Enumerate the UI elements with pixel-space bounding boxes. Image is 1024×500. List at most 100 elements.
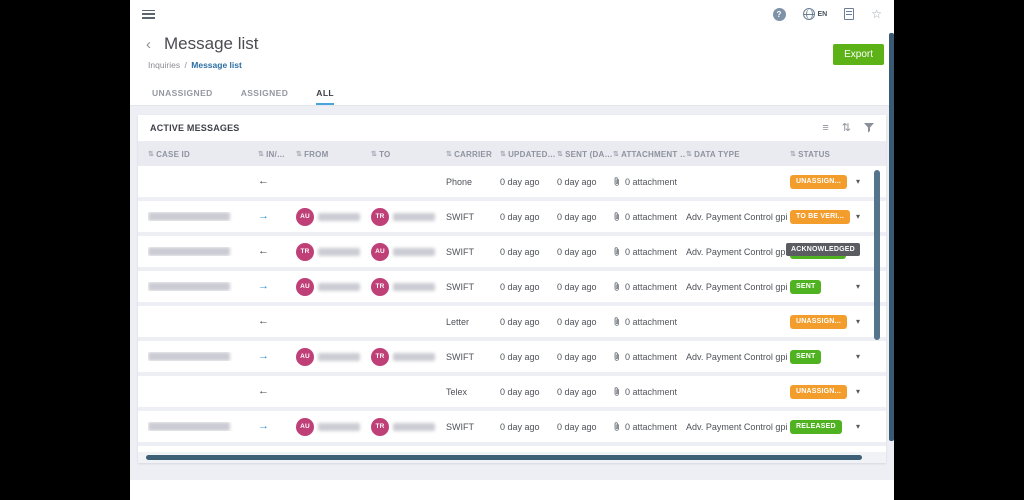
column-header[interactable]: ⇅TO [371,150,446,159]
column-header[interactable]: ⇅IN/… [258,150,296,159]
column-header[interactable]: ⇅FROM [296,150,371,159]
caret-cell: ▾ [856,317,886,326]
sort-icon[interactable]: ⇅ [842,123,851,134]
panel-header: ACTIVE MESSAGES ≡ ⇅ [138,115,886,142]
carrier-cell: Phone [446,177,500,187]
direction-cell: ← [258,386,296,397]
menu-icon[interactable] [142,10,155,19]
from-cell: AU [296,278,371,296]
redacted-case-id [148,422,230,431]
tab-unassigned[interactable]: UNASSIGNED [152,80,213,105]
carrier-cell: SWIFT [446,422,500,432]
table-vertical-scrollbar[interactable] [874,170,880,340]
redacted-to-name [393,283,435,291]
columns-icon[interactable]: ≡ [822,123,828,134]
row-expand-caret-icon[interactable]: ▾ [856,177,860,186]
row-expand-caret-icon[interactable]: ▾ [856,422,860,431]
from-cell [296,173,371,191]
direction-arrow-icon: ← [258,316,269,327]
case-id-cell [148,387,258,396]
tab-assigned[interactable]: ASSIGNED [241,80,289,105]
export-button[interactable]: Export [833,44,884,65]
sent-cell: 0 day ago [557,212,613,222]
to-avatar: AU [371,243,389,261]
status-badge: SENT [790,280,821,294]
table-horizontal-scrollbar[interactable] [146,455,862,460]
data-type-cell: Adv. Payment Control gpi mes... [686,282,790,292]
breadcrumb-parent[interactable]: Inquiries [148,60,180,70]
redacted-to-name [393,423,435,431]
row-expand-caret-icon[interactable]: ▾ [856,352,860,361]
table-row[interactable]: ← Letter 0 day ago 0 day ago 0 attachmen… [138,306,886,341]
to-cell: TR [371,348,446,366]
status-badge: TO BE VERI... [790,210,850,224]
case-id-cell [148,282,258,291]
sort-arrows-icon: ⇅ [686,150,692,158]
column-header[interactable]: ⇅STATUS [790,150,856,159]
carrier-cell: Letter [446,317,500,327]
language-selector[interactable]: EN [803,8,828,20]
column-header[interactable]: ⇅CASE ID [148,150,258,159]
carrier-cell: SWIFT [446,282,500,292]
attachment-count: 0 attachment [625,177,677,187]
attachment-cell: 0 attachment [613,247,686,257]
sent-cell: 0 day ago [557,282,613,292]
row-expand-caret-icon[interactable]: ▾ [856,387,860,396]
page-scrollbar[interactable] [889,33,894,441]
to-cell [371,173,446,191]
direction-arrow-icon: → [258,351,269,362]
table-row[interactable]: ← TR AU SWIFT 0 day ago 0 day ago 0 atta… [138,236,886,271]
column-header[interactable]: ⇅CARRIER [446,150,500,159]
back-button[interactable]: ‹ [146,37,151,52]
star-icon[interactable]: ☆ [871,8,882,20]
attachment-cell: 0 attachment [613,352,686,362]
help-icon[interactable]: ? [773,8,786,21]
redacted-from-name [318,213,360,221]
table-row[interactable]: → AU TR SWIFT 0 day ago 0 day ago 0 atta… [138,411,886,446]
sent-cell: 0 day ago [557,177,613,187]
paperclip-icon [613,212,621,222]
column-header[interactable]: ⇅SENT (DA… [557,150,613,159]
row-expand-caret-icon[interactable]: ▾ [856,317,860,326]
redacted-to-name [393,248,435,256]
from-avatar: AU [296,208,314,226]
status-badge: SENT [790,350,821,364]
table-row[interactable]: ← Telex 0 day ago 0 day ago 0 attachment… [138,376,886,411]
data-type-cell: Adv. Payment Control gpi mes... [686,247,790,257]
updated-cell: 0 day ago [500,247,557,257]
to-cell: AU [371,243,446,261]
docs-icon[interactable] [844,8,854,20]
column-header[interactable]: ⇅DATA TYPE [686,150,790,159]
tab-all[interactable]: ALL [316,80,334,105]
updated-cell: 0 day ago [500,212,557,222]
updated-cell: 0 day ago [500,387,557,397]
column-header[interactable]: ⇅UPDATED… [500,150,557,159]
panel-title: ACTIVE MESSAGES [150,123,240,133]
row-expand-caret-icon[interactable]: ▾ [856,282,860,291]
table-row[interactable]: → AU TR SWIFT 0 day ago 0 day ago 0 atta… [138,271,886,306]
table-body: ← Phone 0 day ago 0 day ago 0 attachment… [138,166,886,446]
redacted-case-id [148,247,230,256]
redacted-to-name [393,213,435,221]
attachment-count: 0 attachment [625,212,677,222]
table-row[interactable]: → AU TR SWIFT 0 day ago 0 day ago 0 atta… [138,201,886,236]
attachment-cell: 0 attachment [613,212,686,222]
from-avatar: AU [296,278,314,296]
direction-arrow-icon: → [258,421,269,432]
to-cell: TR [371,278,446,296]
row-expand-caret-icon[interactable]: ▾ [856,212,860,221]
column-header[interactable]: ⇅ATTACHMENT … [613,150,686,159]
table-row[interactable]: → AU TR SWIFT 0 day ago 0 day ago 0 atta… [138,341,886,376]
app-window: ? EN ☆ ‹ Message list Inquiries / Messag… [130,0,894,500]
status-cell: UNASSIGN... [790,385,856,399]
data-type-cell: Adv. Payment Control gpi mes... [686,212,790,222]
direction-cell: → [258,281,296,292]
table-row[interactable]: ← Phone 0 day ago 0 day ago 0 attachment… [138,166,886,201]
from-cell [296,383,371,401]
carrier-cell: SWIFT [446,212,500,222]
case-id-cell [148,212,258,221]
sent-cell: 0 day ago [557,352,613,362]
attachment-count: 0 attachment [625,317,677,327]
filter-icon[interactable] [864,123,874,133]
direction-arrow-icon: ← [258,246,269,257]
